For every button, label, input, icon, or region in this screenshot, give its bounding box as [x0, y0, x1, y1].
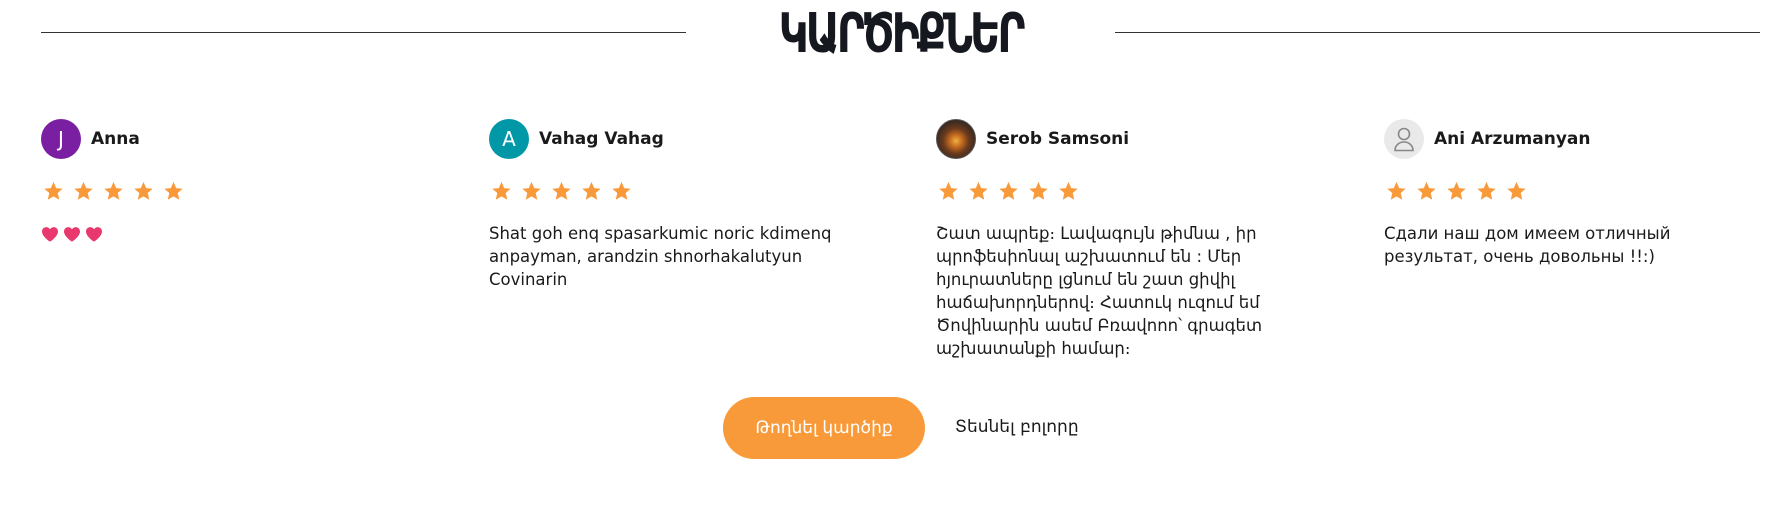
review-card: Ani Arzumanyan Сдали наш дом имеем отлич… [1384, 118, 1764, 268]
review-text: Сдали наш дом имеем отличный результат, … [1384, 224, 1671, 266]
star-icon [612, 181, 631, 200]
avatar: A [489, 119, 529, 159]
star-icon [44, 181, 63, 200]
reviewer-name: Anna [91, 129, 140, 149]
reviewer-info: Ani Arzumanyan [1384, 118, 1764, 160]
review-card: J Anna [41, 118, 421, 242]
star-icon [1507, 181, 1526, 200]
star-icon [492, 181, 511, 200]
star-rating [41, 180, 421, 202]
star-icon [522, 181, 541, 200]
star-icon [939, 181, 958, 200]
header-divider-right [1115, 32, 1760, 33]
avatar: J [41, 119, 81, 159]
star-rating [936, 180, 1316, 202]
review-text: Shat goh enq spasarkumic noric kdimenq a… [489, 224, 832, 289]
heart-emoji-icon [42, 227, 58, 242]
heart-emoji-icon [64, 227, 80, 242]
star-icon [1447, 181, 1466, 200]
user-icon [1384, 119, 1424, 159]
star-icon [1029, 181, 1048, 200]
star-icon [104, 181, 123, 200]
star-rating [489, 180, 869, 202]
reviewer-name: Serob Samsoni [986, 129, 1130, 149]
star-rating [1384, 180, 1764, 202]
star-icon [582, 181, 601, 200]
see-all-reviews-link[interactable]: Տեսնել բոլորը [955, 417, 1079, 437]
reviewer-name: Vahag Vahag [539, 129, 664, 149]
star-icon [552, 181, 571, 200]
review-text: Շատ ապրեք։ Լավագույն թիմնա , իր պրոֆեսիո… [936, 224, 1263, 358]
reviewer-info: A Vahag Vahag [489, 118, 869, 160]
star-icon [969, 181, 988, 200]
heart-emoji-icon [86, 227, 102, 242]
leave-review-button[interactable]: Թողնել կարծիք [723, 397, 925, 459]
star-icon [1059, 181, 1078, 200]
star-icon [74, 181, 93, 200]
reviewer-name: Ani Arzumanyan [1434, 129, 1591, 149]
review-card: Serob Samsoni Շատ ապրեք։ Լավագույն թիմնա… [936, 118, 1316, 360]
star-icon [999, 181, 1018, 200]
header-divider-left [41, 32, 686, 33]
star-icon [1417, 181, 1436, 200]
reviewer-info: Serob Samsoni [936, 118, 1316, 160]
reviews-header: ԿԱՐԾԻՔՆԵՐ [0, 0, 1775, 70]
star-icon [164, 181, 183, 200]
reviewer-info: J Anna [41, 118, 421, 160]
section-title: ԿԱՐԾԻՔՆԵՐ [778, 2, 1026, 65]
review-card: A Vahag Vahag Shat goh enq spasarkumic n… [489, 118, 869, 291]
avatar-photo [936, 119, 976, 159]
review-text-hearts [41, 226, 421, 242]
user-silhouette-icon [1394, 127, 1414, 152]
star-icon [134, 181, 153, 200]
star-icon [1387, 181, 1406, 200]
star-icon [1477, 181, 1496, 200]
